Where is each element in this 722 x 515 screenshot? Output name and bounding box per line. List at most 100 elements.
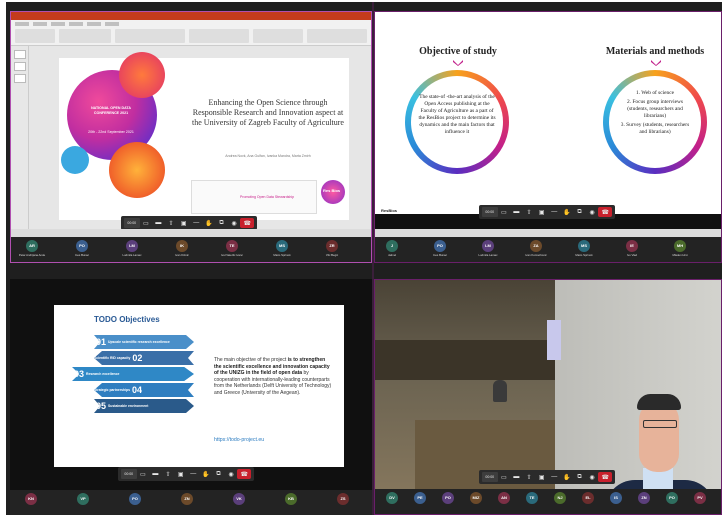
minus-icon[interactable]: — [548,207,561,217]
participant-tile[interactable]: PO Ines Bunac [67,240,97,258]
end-call-icon[interactable]: ☎ [237,469,251,479]
chat-icon[interactable]: ▭ [498,207,511,217]
participant-tile[interactable]: IS [601,492,631,510]
participant-tile[interactable]: KN [16,493,46,511]
record-icon[interactable]: ◉ [228,218,241,228]
camera-icon[interactable]: ▣ [177,218,190,228]
participant-tile[interactable]: PO Ines Bunac [425,240,455,258]
slide-thumbnail[interactable] [14,62,26,71]
room-wall [375,340,555,380]
folder-icon[interactable]: ▬ [152,218,165,228]
upload-icon[interactable]: ⇧ [523,207,536,217]
participant-strip: J Jalmel PO Ines Bunac LM Ludmila Lamac ZA Ivan… [375,237,721,262]
chat-icon[interactable]: ▭ [137,469,150,479]
record-icon[interactable]: ◉ [586,472,599,482]
ribbon-group[interactable] [115,29,185,43]
participant-tile[interactable]: PO [657,492,687,510]
camera-icon[interactable]: ▣ [535,472,548,482]
participant-tile[interactable]: MS Mario Sprinok [569,240,599,258]
record-icon[interactable]: ◉ [225,469,238,479]
pane-camera-feeds[interactable]: 00:00 ▭ ▬ ⇧ ▣ — ✋ ⧉ ◉ ☎ DV PE PO MIZ AN TE NJ E… [374,279,722,515]
pane-shared-slide[interactable]: Objective of study The state-of -the-art… [374,11,722,263]
upload-icon[interactable]: ⇧ [523,472,536,482]
participant-tile[interactable]: AR Petar Andrijana Ande [17,240,47,258]
slide-thumbnail[interactable] [14,74,26,83]
participant-tile[interactable]: MS Mario Sprinok [267,240,297,258]
participant-tile[interactable]: ZR Vlic Begic [317,240,347,258]
pane-presenter-powerpoint[interactable]: NATIONAL OPEN DATA CONFERENCE 2021 20th … [10,11,372,263]
mouse-cursor-icon: ➤ [707,216,715,226]
meeting-timer: 00:00 [121,469,137,479]
participant-name: Mladen Hrst [672,253,688,257]
participant-tile[interactable]: NJ [545,492,575,510]
participant-tile[interactable]: ZN [629,492,659,510]
participant-tile[interactable]: MIZ [461,492,491,510]
participant-tile[interactable]: IE Ivo Vlad [617,240,647,258]
chat-icon[interactable]: ▭ [498,472,511,482]
folder-icon[interactable]: ▬ [510,472,523,482]
ribbon-group[interactable] [59,29,111,43]
participant-tile[interactable]: TE Ivel Vaterlic Ivanc [217,240,247,258]
ribbon-tab[interactable] [105,22,119,26]
participant-tile[interactable]: PV [685,492,715,510]
share-icon[interactable]: ⧉ [215,218,228,228]
avatar: MH [674,240,686,252]
slide-thumbnail[interactable] [14,50,26,59]
powerpoint-ribbon [11,20,371,46]
participant-tile[interactable]: LM Ludmila Lamac [473,240,503,258]
ribbon-tab[interactable] [51,22,65,26]
ribbon-tab[interactable] [87,22,101,26]
participant-tile[interactable]: PE [405,492,435,510]
chat-icon[interactable]: ▭ [140,218,153,228]
panel-label: Promoting Open Data Stewardship [240,195,295,199]
participant-tile[interactable]: LM Ludmila Lamac [117,240,147,258]
pane-todo-slide[interactable]: TODO Objectives 01 Upscale scientific res… [10,279,372,515]
hand-icon[interactable]: ✋ [203,218,216,228]
participant-name: Mario Sprinok [575,253,593,257]
ribbon-group[interactable] [189,29,249,43]
participant-tile[interactable]: VK [224,493,254,511]
share-icon[interactable]: ⧉ [212,469,225,479]
ribbon-group[interactable] [15,29,55,43]
upload-icon[interactable]: ⇧ [165,218,178,228]
participant-tile[interactable]: EL [573,492,603,510]
participant-tile[interactable]: PO [120,493,150,511]
hand-icon[interactable]: ✋ [200,469,213,479]
camera-icon[interactable]: ▣ [535,207,548,217]
end-call-icon[interactable]: ☎ [598,207,612,217]
participant-tile[interactable]: VP [68,493,98,511]
minus-icon[interactable]: — [187,469,200,479]
hand-icon[interactable]: ✋ [561,207,574,217]
share-icon[interactable]: ⧉ [573,207,586,217]
participant-tile[interactable]: KB [276,493,306,511]
end-call-icon[interactable]: ☎ [598,472,612,482]
minus-icon[interactable]: — [190,218,203,228]
end-call-icon[interactable]: ☎ [240,218,254,228]
participant-tile[interactable]: ZA Ivan Konrachovic [521,240,551,258]
participant-tile[interactable]: ZS [328,493,358,511]
participant-tile[interactable]: PO [433,492,463,510]
minus-icon[interactable]: — [548,472,561,482]
folder-icon[interactable]: ▬ [149,469,162,479]
participant-tile[interactable]: DV [377,492,407,510]
participant-tile[interactable]: MH Mladen Hrst [665,240,695,258]
upload-icon[interactable]: ⇧ [162,469,175,479]
ribbon-tab[interactable] [69,22,83,26]
participant-tile[interactable]: ZN [172,493,202,511]
decorative-blob [61,146,89,174]
camera-icon[interactable]: ▣ [174,469,187,479]
participant-tile[interactable]: AN [489,492,519,510]
participant-tile[interactable]: IK Ivan Kirinic [167,240,197,258]
participant-tile[interactable]: TE [517,492,547,510]
participant-tile[interactable]: J Jalmel [377,240,407,258]
ribbon-group[interactable] [307,29,367,43]
hand-icon[interactable]: ✋ [561,472,574,482]
meeting-toolbar: 00:00 ▭ ▬ ⇧ ▣ — ✋ ⧉ ◉ ☎ [118,467,254,481]
share-icon[interactable]: ⧉ [573,472,586,482]
ribbon-group[interactable] [253,29,303,43]
ribbon-tab[interactable] [33,22,47,26]
record-icon[interactable]: ◉ [586,207,599,217]
project-link[interactable]: https://todo-project.eu [214,437,264,443]
ribbon-tab[interactable] [15,22,29,26]
folder-icon[interactable]: ▬ [510,207,523,217]
